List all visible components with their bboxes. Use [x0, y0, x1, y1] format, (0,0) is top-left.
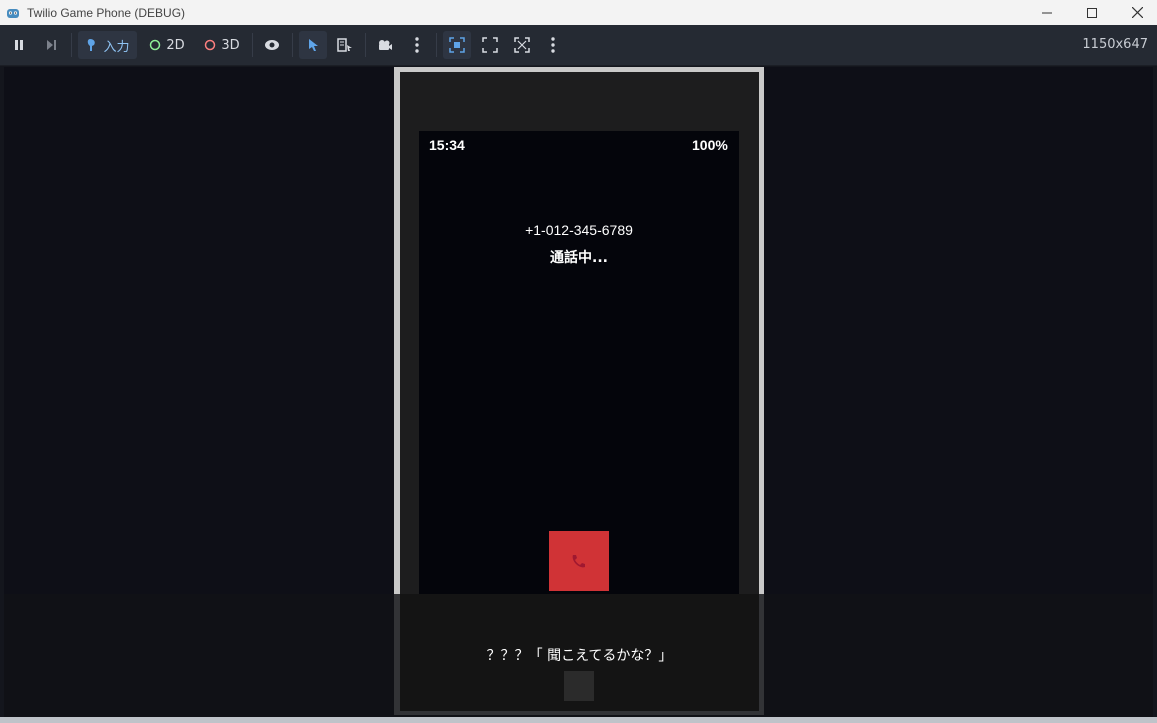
visibility-button[interactable]	[259, 31, 285, 59]
dialog-text: ？？？「 聞こえてるかな？」	[486, 648, 673, 664]
hang-up-button[interactable]	[549, 531, 609, 591]
godot-app-icon	[7, 8, 19, 18]
call-status: 通話中...	[550, 250, 608, 266]
kebab-menu-icon	[415, 37, 419, 53]
list-select-button[interactable]	[332, 31, 358, 59]
status-time: 15:34	[429, 137, 465, 153]
embed-window-button[interactable]	[443, 31, 471, 59]
minimize-button[interactable]	[1024, 0, 1070, 25]
status-battery: 100%	[692, 137, 728, 153]
eye-icon	[265, 40, 279, 50]
phone-hangup-icon	[572, 555, 585, 568]
mode-3d-label: 3D	[221, 37, 240, 53]
toolbar-divider	[436, 33, 437, 57]
toolbar-divider	[365, 33, 366, 57]
stretch-viewport-button[interactable]	[509, 31, 535, 59]
input-mode-label: 入力	[103, 39, 130, 55]
list-pointer-icon	[337, 38, 352, 52]
mode-2d-label: 2D	[166, 37, 185, 53]
fullscreen-icon	[482, 37, 498, 53]
close-button[interactable]	[1114, 0, 1157, 25]
input-mode-button[interactable]: 入力	[78, 31, 137, 59]
minimize-icon	[1042, 12, 1052, 13]
close-icon	[1131, 7, 1143, 18]
maximize-button[interactable]	[1069, 0, 1115, 25]
mode-2d-button[interactable]: 2D	[143, 31, 191, 59]
camera-menu-button[interactable]	[405, 31, 429, 59]
input-icon	[88, 39, 96, 51]
resolution-label: 1150x647	[1082, 37, 1148, 52]
toolbar-divider	[71, 33, 72, 57]
next-frame-button[interactable]	[38, 31, 64, 59]
caller-number: +1-012-345-6789	[525, 222, 633, 238]
circle-2d-icon	[150, 39, 161, 51]
dialog-next-button[interactable]	[564, 671, 594, 701]
maximize-icon	[1087, 7, 1097, 18]
camera-icon	[379, 40, 392, 50]
window-titlebar: Twilio Game Phone (DEBUG)	[0, 0, 1157, 25]
mode-3d-button[interactable]: 3D	[198, 31, 246, 59]
viewport-menu-button[interactable]	[541, 31, 565, 59]
toolbar-divider	[252, 33, 253, 57]
camera-override-button[interactable]	[372, 31, 398, 59]
step-forward-icon	[47, 40, 56, 50]
window-title: Twilio Game Phone (DEBUG)	[27, 5, 186, 20]
pause-button[interactable]	[6, 31, 32, 59]
debug-toolbar: 入力 2D 3D 1150x647	[0, 25, 1157, 66]
kebab-menu-icon	[551, 37, 555, 53]
select-tool-button[interactable]	[299, 31, 327, 59]
pointer-icon	[309, 39, 318, 51]
pause-icon	[15, 40, 23, 50]
embed-window-icon	[449, 37, 465, 53]
circle-3d-icon	[205, 39, 216, 51]
toolbar-divider	[292, 33, 293, 57]
fit-viewport-button[interactable]	[477, 31, 503, 59]
expand-icon	[514, 37, 530, 53]
bottom-edge	[0, 717, 1157, 723]
